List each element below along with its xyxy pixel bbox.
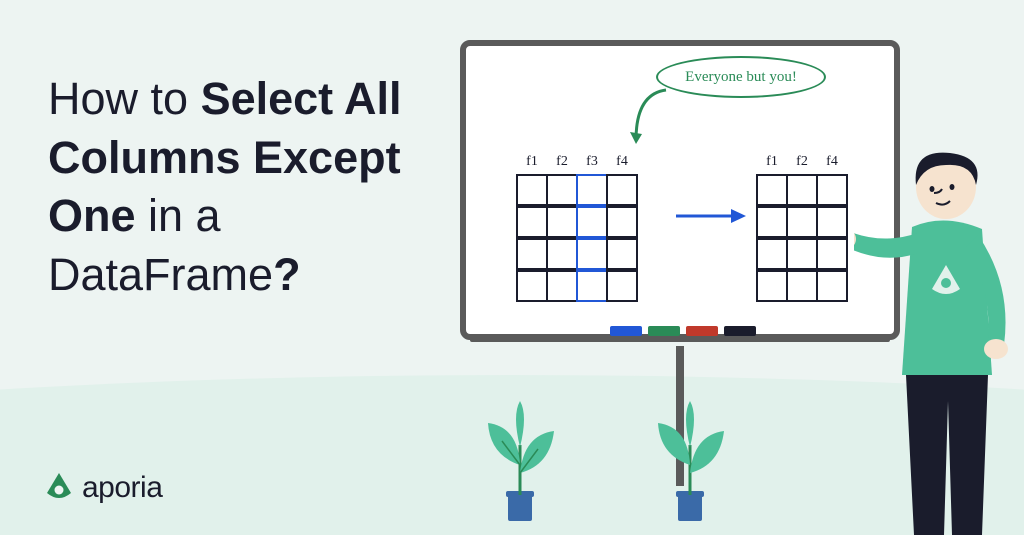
source-grid: f1f2f3f4 <box>516 154 636 302</box>
grid-column: f2 <box>546 154 578 302</box>
grid-cell <box>786 174 818 206</box>
whiteboard: Everyone but you! f1f2f3f4 f1f2f4 <box>460 40 900 340</box>
grid-column: f2 <box>786 154 818 302</box>
grid-cell <box>606 206 638 238</box>
marker-icon <box>724 326 756 336</box>
grid-cell <box>786 270 818 302</box>
page-title: How to Select All Columns Except One in … <box>48 70 401 304</box>
grid-cell <box>606 270 638 302</box>
grid-cell <box>546 174 578 206</box>
grid-cell <box>576 174 608 206</box>
brand-logo: aporia <box>44 471 162 505</box>
grid-cell <box>516 270 548 302</box>
column-label: f3 <box>576 154 608 174</box>
marker-icon <box>610 326 642 336</box>
grid-cell <box>516 238 548 270</box>
grid-cell <box>786 238 818 270</box>
column-label: f2 <box>786 154 818 174</box>
grid-cell <box>816 238 848 270</box>
grid-cell <box>756 174 788 206</box>
column-label: f1 <box>756 154 788 174</box>
logo-icon <box>44 471 74 505</box>
column-label: f1 <box>516 154 548 174</box>
grid-cell <box>756 206 788 238</box>
grid-cell <box>606 238 638 270</box>
result-grid: f1f2f4 <box>756 154 846 302</box>
grid-cell <box>786 206 818 238</box>
grid-column: f4 <box>606 154 638 302</box>
grid-column: f3 <box>576 154 608 302</box>
logo-text: aporia <box>82 471 162 505</box>
column-label: f4 <box>816 154 848 174</box>
whiteboard-tray <box>470 322 890 342</box>
arrow-down-icon <box>626 82 676 154</box>
grid-cell <box>546 238 578 270</box>
plant-icon <box>640 395 740 525</box>
column-label: f2 <box>546 154 578 174</box>
grid-cell <box>756 238 788 270</box>
person-illustration <box>854 135 1024 535</box>
grid-cell <box>516 174 548 206</box>
grid-cell <box>816 270 848 302</box>
speech-bubble: Everyone but you! <box>656 56 826 98</box>
grid-cell <box>576 238 608 270</box>
marker-icon <box>686 326 718 336</box>
grid-cell <box>546 206 578 238</box>
grid-cell <box>546 270 578 302</box>
grid-cell <box>816 206 848 238</box>
marker-icon <box>648 326 680 336</box>
grid-cell <box>576 270 608 302</box>
grid-cell <box>576 206 608 238</box>
grid-column: f4 <box>816 154 848 302</box>
grid-cell <box>816 174 848 206</box>
grid-column: f1 <box>516 154 548 302</box>
plant-icon <box>470 395 570 525</box>
grid-column: f1 <box>756 154 788 302</box>
grid-cell <box>516 206 548 238</box>
grid-cell <box>606 174 638 206</box>
arrow-right-icon <box>676 206 746 226</box>
grid-cell <box>756 270 788 302</box>
column-label: f4 <box>606 154 638 174</box>
